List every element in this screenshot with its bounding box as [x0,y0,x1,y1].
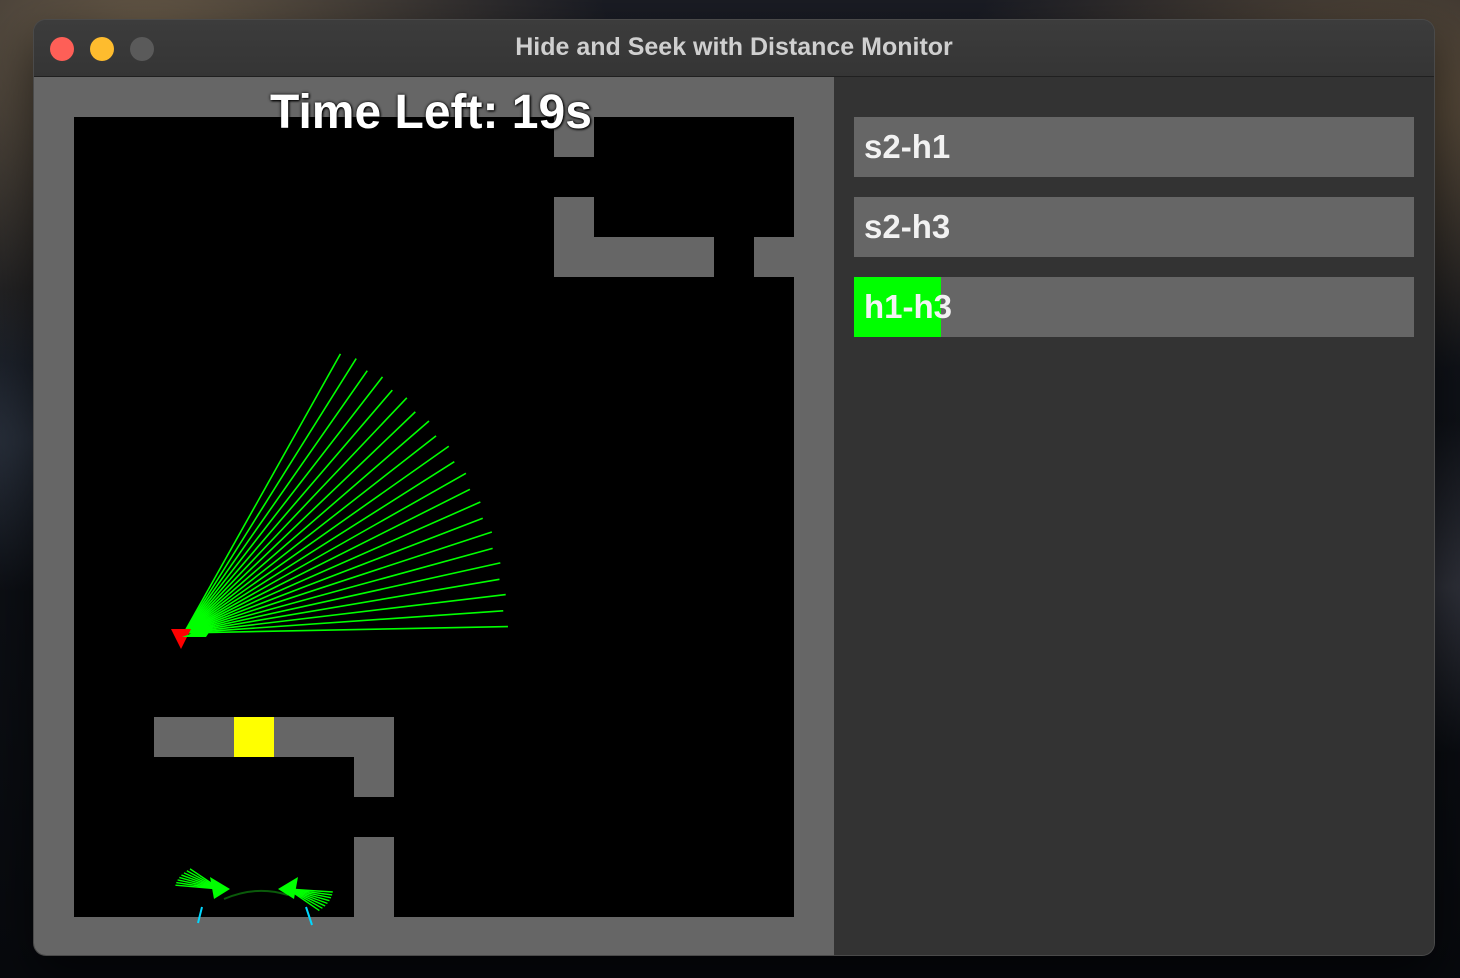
game-area[interactable]: Time Left: 19s [34,77,834,955]
window-title: Hide and Seek with Distance Monitor [515,33,953,61]
distance-monitor-panel: s2-h1 s2-h3 h1-h3 [834,77,1434,955]
wall-block [554,237,714,277]
time-left-label: Time Left: 19s [270,86,592,139]
game-canvas [74,117,794,926]
title-bar[interactable]: Hide and Seek with Distance Monitor [34,20,1434,77]
goal-tile [234,717,274,757]
app-window: Hide and Seek with Distance Monitor Time… [34,20,1434,955]
distance-meter-label: s2-h3 [864,208,951,245]
distance-meter: s2-h1 [854,117,1414,177]
wall-block [354,717,394,797]
distance-meter: h1-h3 [854,277,1414,337]
window-content: Time Left: 19s s2-h1 s2-h3 h1-h3 [34,77,1434,955]
distance-meter-label: s2-h1 [864,128,951,165]
distance-meter: s2-h3 [854,197,1414,257]
distance-meter-label: h1-h3 [864,288,953,325]
wall-block [354,837,394,917]
wall-block [754,237,794,277]
